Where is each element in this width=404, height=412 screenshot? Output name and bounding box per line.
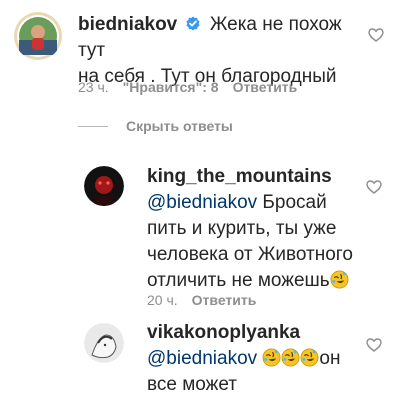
avatar-king-the-mountains[interactable] <box>84 166 124 206</box>
reply-text-line3: человека от Животного <box>147 244 353 265</box>
reply-time: 20 ч. <box>147 292 178 308</box>
reply-username[interactable]: king_the_mountains <box>147 166 332 187</box>
comment-likes-button[interactable]: "Нравится": 8 <box>123 79 219 95</box>
reply-mention-link[interactable]: @biedniakov <box>147 192 257 213</box>
reply2-like-heart-icon[interactable] <box>366 338 382 352</box>
reply2-text-line2: все может <box>147 374 237 395</box>
like-heart-icon[interactable] <box>368 28 384 42</box>
reply2-mention-link[interactable]: @biedniakov <box>147 348 257 369</box>
reply2-body: vikakonoplyanka @biedniakov он все может <box>147 320 362 398</box>
hide-replies-button[interactable]: Скрыть ответы <box>78 118 233 134</box>
rolling-laughing-emoji-icon <box>262 348 281 367</box>
reply-like-heart-icon[interactable] <box>366 180 382 194</box>
reply-text-line1: Бросай <box>257 192 327 213</box>
reply2-username[interactable]: vikakonoplyanka <box>147 322 300 343</box>
hide-replies-divider <box>78 125 108 127</box>
avatar-vikakonoplyanka[interactable] <box>84 323 124 363</box>
reply-text-line2: пить и курить, ты уже <box>147 218 337 239</box>
reply-body: king_the_mountains @biedniakov Бросай пи… <box>147 164 362 294</box>
comment-reply-button[interactable]: Ответить <box>233 79 298 95</box>
reply-meta: 20 ч. Ответить <box>147 292 256 308</box>
avatar-biedniakov[interactable] <box>14 12 62 60</box>
comment-meta: 23 ч. "Нравится": 8 Ответить <box>78 79 297 95</box>
reply2-text-line1: он <box>319 348 341 369</box>
rolling-laughing-emoji-icon <box>281 348 300 367</box>
comment-username[interactable]: biedniakov <box>78 14 177 35</box>
reply-reply-button[interactable]: Ответить <box>192 292 257 308</box>
rolling-laughing-emoji-icon <box>300 348 319 367</box>
hide-replies-label: Скрыть ответы <box>126 118 233 134</box>
comment-time: 23 ч. <box>78 79 109 95</box>
rolling-laughing-emoji-icon <box>330 270 349 289</box>
verified-badge-icon <box>185 14 201 31</box>
reply-text-line4: отличить не можешь <box>147 270 330 291</box>
